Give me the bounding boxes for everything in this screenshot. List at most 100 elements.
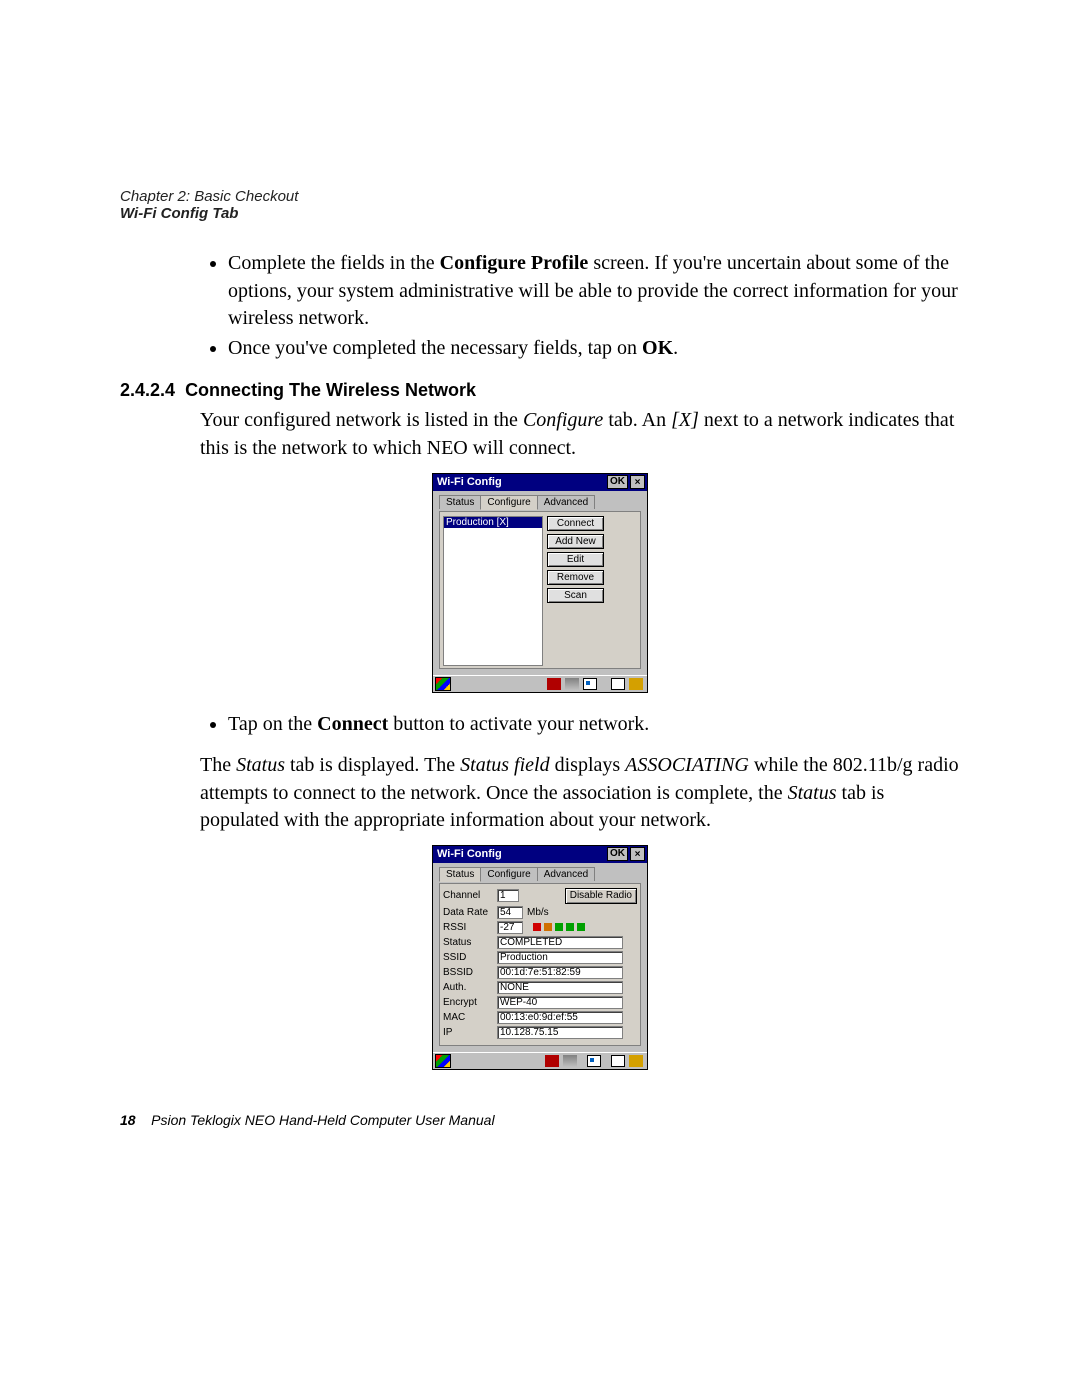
wifi-config-configure-dialog: Wi-Fi Config OK × Status Configure Advan… xyxy=(432,473,648,693)
text-italic: Status xyxy=(236,754,285,776)
list-item: Complete the fields in the Configure Pro… xyxy=(228,250,960,333)
tab-advanced[interactable]: Advanced xyxy=(537,495,595,509)
start-icon[interactable] xyxy=(435,1054,451,1068)
text: Tap on the xyxy=(228,713,317,735)
text-bold: Configure Profile xyxy=(440,252,589,274)
text: . xyxy=(673,337,678,359)
dialog-title: Wi-Fi Config xyxy=(435,476,607,488)
network-list-item[interactable]: Production [X] xyxy=(444,517,542,528)
battery-icon[interactable] xyxy=(611,1055,625,1067)
taskbar xyxy=(433,1052,647,1069)
dialog-titlebar: Wi-Fi Config OK × xyxy=(433,846,647,863)
scan-button[interactable]: Scan xyxy=(547,588,604,603)
list-item: Tap on the Connect button to activate yo… xyxy=(228,711,960,739)
text-italic: [X] xyxy=(671,409,699,431)
signal-bar xyxy=(544,923,552,931)
battery-icon[interactable] xyxy=(611,678,625,690)
encrypt-value: WEP-40 xyxy=(497,996,623,1009)
mac-label: MAC xyxy=(443,1012,497,1023)
text: Complete the fields in the xyxy=(228,252,440,274)
text-bold: OK xyxy=(642,337,673,359)
tab-advanced[interactable]: Advanced xyxy=(537,867,595,881)
tray-icon[interactable] xyxy=(583,678,597,690)
ssid-value: Production xyxy=(497,951,623,964)
tab-status[interactable]: Status xyxy=(439,495,481,509)
rssi-label: RSSI xyxy=(443,922,497,933)
close-icon[interactable]: × xyxy=(630,847,645,861)
tab-strip: Status Configure Advanced xyxy=(439,867,641,881)
signal-bar xyxy=(533,923,541,931)
data-rate-label: Data Rate xyxy=(443,907,497,918)
tab-configure[interactable]: Configure xyxy=(480,867,537,881)
add-new-button[interactable]: Add New xyxy=(547,534,604,549)
section-number: 2.4.2.4 xyxy=(120,380,175,400)
ok-button[interactable]: OK xyxy=(607,847,628,861)
disable-radio-button[interactable]: Disable Radio xyxy=(565,888,637,904)
page-number: 18 xyxy=(120,1112,136,1128)
start-icon[interactable] xyxy=(435,677,451,691)
auth-label: Auth. xyxy=(443,982,497,993)
remove-button[interactable]: Remove xyxy=(547,570,604,585)
encrypt-label: Encrypt xyxy=(443,997,497,1008)
tray-icon[interactable] xyxy=(563,1055,577,1067)
channel-value: 1 xyxy=(497,889,519,902)
status-label: Status xyxy=(443,937,497,948)
section-heading: 2.4.2.4 Connecting The Wireless Network xyxy=(120,380,960,401)
tab-status[interactable]: Status xyxy=(439,867,481,882)
taskbar xyxy=(433,675,647,692)
text: Your configured network is listed in the xyxy=(200,409,523,431)
text: Once you've completed the necessary fiel… xyxy=(228,337,642,359)
dialog-titlebar: Wi-Fi Config OK × xyxy=(433,474,647,491)
tray-icon[interactable] xyxy=(545,1055,559,1067)
ssid-label: SSID xyxy=(443,952,497,963)
network-list[interactable]: Production [X] xyxy=(443,516,543,666)
chapter-header: Chapter 2: Basic Checkout xyxy=(120,188,960,205)
text-italic: ASSOCIATING xyxy=(625,754,749,776)
section-title: Connecting The Wireless Network xyxy=(185,380,476,400)
footer-text: Psion Teklogix NEO Hand-Held Computer Us… xyxy=(151,1112,494,1128)
tray-icon[interactable] xyxy=(629,1055,643,1067)
close-icon[interactable]: × xyxy=(630,475,645,489)
chapter-subheader: Wi-Fi Config Tab xyxy=(120,205,960,222)
status-value: COMPLETED xyxy=(497,936,623,949)
text-italic: Status field xyxy=(460,754,549,776)
data-rate-value: 54 xyxy=(497,906,523,919)
data-rate-unit: Mb/s xyxy=(527,907,549,918)
body-paragraph: Your configured network is listed in the… xyxy=(200,407,960,462)
text: displays xyxy=(550,754,626,776)
page-footer: 18 Psion Teklogix NEO Hand-Held Computer… xyxy=(120,1112,495,1128)
ok-button[interactable]: OK xyxy=(607,475,628,489)
instruction-list: Complete the fields in the Configure Pro… xyxy=(200,250,960,362)
edit-button[interactable]: Edit xyxy=(547,552,604,567)
dialog-title: Wi-Fi Config xyxy=(435,848,607,860)
bssid-value: 00:1d:7e:51:82:59 xyxy=(497,966,623,979)
connect-button[interactable]: Connect xyxy=(547,516,604,531)
tray-icon[interactable] xyxy=(629,678,643,690)
text: tab. An xyxy=(603,409,671,431)
tray-icon[interactable] xyxy=(587,1055,601,1067)
tab-strip: Status Configure Advanced xyxy=(439,495,641,509)
signal-bar xyxy=(577,923,585,931)
text-italic: Status xyxy=(788,782,837,804)
signal-bar xyxy=(566,923,574,931)
signal-bars xyxy=(533,923,588,931)
text: The xyxy=(200,754,236,776)
ip-value: 10.128.75.15 xyxy=(497,1026,623,1039)
auth-value: NONE xyxy=(497,981,623,994)
list-item: Once you've completed the necessary fiel… xyxy=(228,335,960,363)
text: tab is displayed. The xyxy=(285,754,460,776)
channel-label: Channel xyxy=(443,890,497,901)
tab-configure[interactable]: Configure xyxy=(480,495,537,510)
text-italic: Configure xyxy=(523,409,603,431)
text: button to activate your network. xyxy=(388,713,649,735)
rssi-value: -27 xyxy=(497,921,523,934)
signal-bar xyxy=(555,923,563,931)
bssid-label: BSSID xyxy=(443,967,497,978)
instruction-list: Tap on the Connect button to activate yo… xyxy=(200,711,960,739)
tray-icon[interactable] xyxy=(565,678,579,690)
tray-icon[interactable] xyxy=(547,678,561,690)
wifi-config-status-dialog: Wi-Fi Config OK × Status Configure Advan… xyxy=(432,845,648,1070)
body-paragraph: The Status tab is displayed. The Status … xyxy=(200,752,960,835)
text-bold: Connect xyxy=(317,713,388,735)
mac-value: 00:13:e0:9d:ef:55 xyxy=(497,1011,623,1024)
